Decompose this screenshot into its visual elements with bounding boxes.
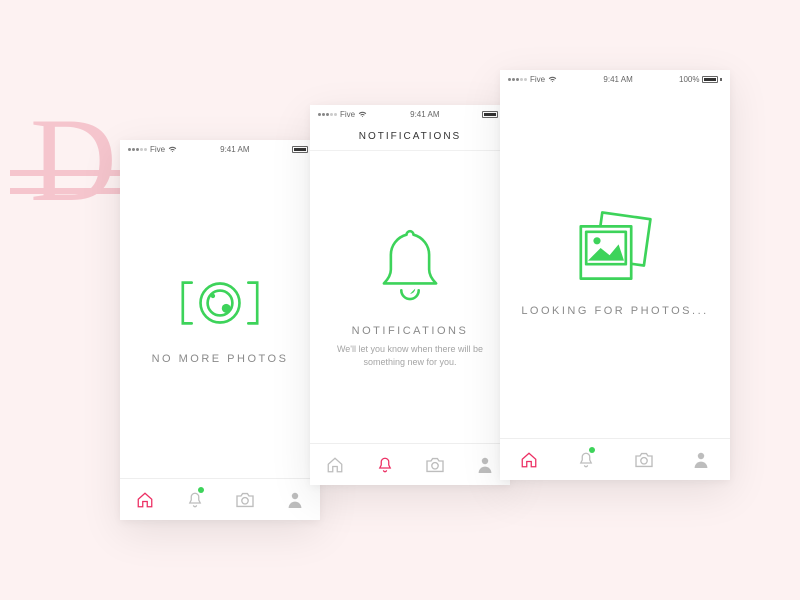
battery-icon (702, 76, 722, 83)
carrier-label: Five (530, 75, 545, 84)
home-icon (136, 491, 154, 509)
phone-screen-feed-empty: Five 9:41 AM (120, 140, 320, 520)
camera-lens-icon (175, 272, 265, 339)
tab-notifications[interactable] (360, 444, 410, 485)
tab-bar (500, 438, 730, 480)
status-time: 9:41 AM (410, 110, 439, 119)
bell-large-icon (375, 226, 445, 311)
signal-strength-icon (318, 113, 337, 116)
signal-strength-icon (128, 148, 147, 151)
phone-screen-looking: Five 9:41 AM 100% (500, 70, 730, 480)
profile-icon (477, 456, 493, 474)
status-time: 9:41 AM (220, 145, 249, 154)
status-time: 9:41 AM (603, 75, 632, 84)
tab-home[interactable] (500, 439, 558, 480)
battery-percentage: 100% (679, 75, 699, 84)
wifi-icon (168, 146, 177, 153)
tab-home[interactable] (120, 479, 170, 520)
wifi-icon (358, 111, 367, 118)
signal-strength-icon (508, 78, 527, 81)
bell-icon (186, 491, 204, 509)
tab-notifications[interactable] (170, 479, 220, 520)
status-bar: Five 9:41 AM (120, 140, 320, 158)
status-bar: Five 9:41 AM 100% (500, 70, 730, 88)
tab-notifications[interactable] (558, 439, 616, 480)
empty-state: LOOKING FOR PHOTOS... (500, 88, 730, 438)
photos-stack-icon (570, 210, 660, 291)
tab-profile[interactable] (673, 439, 731, 480)
tab-camera[interactable] (220, 479, 270, 520)
carrier-label: Five (150, 145, 165, 154)
home-icon (326, 456, 344, 474)
tab-profile[interactable] (270, 479, 320, 520)
camera-icon (634, 452, 654, 468)
bell-icon (376, 456, 394, 474)
empty-state-title: NO MORE PHOTOS (152, 353, 289, 365)
tab-camera[interactable] (615, 439, 673, 480)
profile-icon (693, 451, 709, 469)
tab-camera[interactable] (410, 444, 460, 485)
camera-icon (235, 492, 255, 508)
notification-badge-dot (198, 487, 204, 493)
wifi-icon (548, 76, 557, 83)
profile-icon (287, 491, 303, 509)
home-icon (520, 451, 538, 469)
empty-state: NO MORE PHOTOS (120, 158, 320, 478)
tab-bar (310, 443, 510, 485)
mockup-stage: Five 9:41 AM (0, 0, 800, 600)
camera-icon (425, 457, 445, 473)
bell-icon (577, 451, 595, 469)
carrier-label: Five (340, 110, 355, 119)
tab-bar (120, 478, 320, 520)
empty-state-title: NOTIFICATIONS (352, 325, 469, 337)
status-bar: Five 9:41 AM (310, 105, 510, 123)
tab-home[interactable] (310, 444, 360, 485)
nav-bar-title: NOTIFICATIONS (310, 123, 510, 151)
empty-state-title: LOOKING FOR PHOTOS... (521, 305, 708, 317)
phone-screen-notifications: Five 9:41 AM NOTIFICATIONS NOTIFICATIONS… (310, 105, 510, 485)
empty-state: NOTIFICATIONS We'll let you know when th… (310, 151, 510, 443)
empty-state-subtitle: We'll let you know when there will be so… (330, 343, 490, 368)
